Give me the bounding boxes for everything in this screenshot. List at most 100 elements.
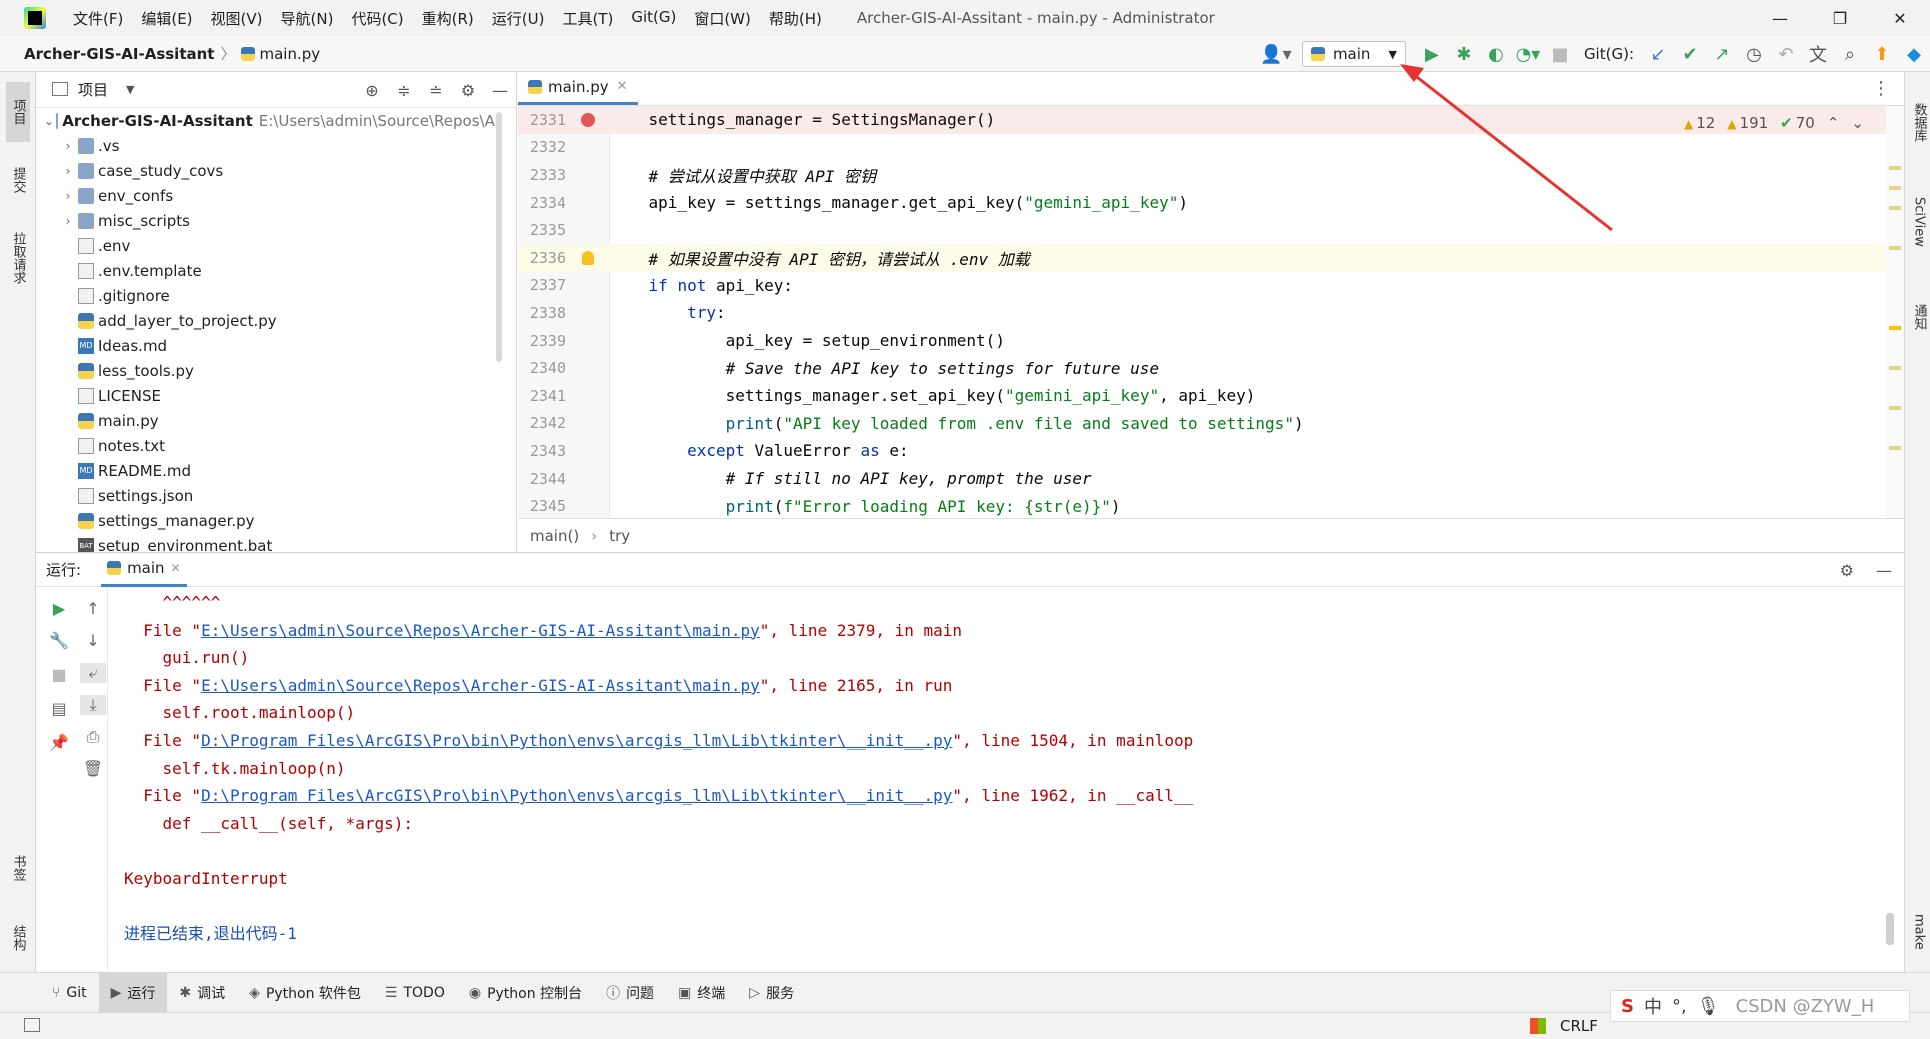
wrench-icon[interactable]: 🔧 [46, 631, 72, 650]
menu-item[interactable]: 重构(R) [413, 8, 483, 29]
soft-wrap-icon[interactable]: ⤶ [80, 663, 106, 683]
tree-item[interactable]: › case_study_covs [36, 158, 501, 183]
code-line[interactable]: 2344 # If still no API key, prompt the u… [518, 465, 1904, 493]
tree-item[interactable]: less_tools.py [36, 358, 501, 383]
chevron-down-icon[interactable]: ⌄ [1851, 114, 1864, 132]
traceback-file-link[interactable]: D:\Program Files\ArcGIS\Pro\bin\Python\e… [201, 786, 952, 805]
layout-toggle-icon[interactable] [24, 1018, 40, 1032]
editor-tab-main-py[interactable]: main.py ✕ [518, 71, 638, 105]
expand-all-icon[interactable]: ≑ [388, 81, 420, 100]
chevron-right-icon[interactable]: › [60, 164, 76, 178]
tool-tab-sciview[interactable]: SciView [1907, 172, 1930, 272]
tree-item[interactable]: › env_confs [36, 183, 501, 208]
git-update-icon[interactable]: ↙ [1642, 36, 1674, 72]
gear-icon[interactable]: ⚙ [1840, 561, 1854, 580]
stop-icon[interactable]: ■ [1544, 36, 1576, 72]
code-line[interactable]: 2338 try: [518, 299, 1904, 327]
tree-item[interactable]: BAT setup_environment.bat [36, 533, 501, 552]
menu-item[interactable]: 代码(C) [342, 8, 412, 29]
tree-item[interactable]: .env.template [36, 258, 501, 283]
code-line[interactable]: 2336 # 如果设置中没有 API 密钥，请尝试从 .env 加载 [518, 243, 1904, 272]
chevron-down-icon[interactable]: ⌄ [44, 114, 54, 128]
layout-icon[interactable]: ▤ [46, 699, 72, 718]
tool-tab-structure[interactable]: 结构 [6, 908, 30, 968]
rollback-icon[interactable]: ↶ [1770, 36, 1802, 72]
trash-icon[interactable]: 🗑 [80, 759, 106, 778]
menu-item[interactable]: 帮助(H) [760, 8, 831, 29]
code-line[interactable]: 2337 if not api_key: [518, 272, 1904, 300]
coverage-icon[interactable]: ◐ [1480, 36, 1512, 72]
menu-item[interactable]: 视图(V) [202, 8, 272, 29]
stop-icon[interactable]: ■ [46, 665, 72, 684]
menu-item[interactable]: 运行(U) [483, 8, 554, 29]
code-line[interactable]: 2343 except ValueError as e: [518, 437, 1904, 465]
arrow-up-icon[interactable]: ↑ [80, 599, 106, 618]
menu-item[interactable]: 文件(F) [64, 8, 132, 29]
bottom-tab[interactable]: ☰ TODO [373, 973, 457, 1013]
scroll-to-end-icon[interactable]: ⤓ [80, 695, 106, 715]
sogou-icon[interactable]: S [1621, 996, 1634, 1017]
tree-root[interactable]: ⌄ Archer-GIS-AI-Assitant E:\Users\admin\… [36, 108, 501, 133]
tree-item[interactable]: LICENSE [36, 383, 501, 408]
tool-tab-commit[interactable]: 提交 [6, 150, 30, 210]
tree-item[interactable]: MD README.md [36, 458, 501, 483]
gutter-marker[interactable] [566, 112, 610, 127]
tool-tab-project[interactable]: 项目 [6, 82, 30, 142]
code-line[interactable]: 2340 # Save the API key to settings for … [518, 354, 1904, 382]
tree-item[interactable]: notes.txt [36, 433, 501, 458]
debug-icon[interactable]: ✱ [1448, 36, 1480, 72]
chevron-up-icon[interactable]: ⌃ [1827, 114, 1840, 132]
menu-item[interactable]: 工具(T) [553, 8, 622, 29]
code-line[interactable]: 2345 print(f"Error loading API key: {str… [518, 492, 1904, 518]
gear-icon[interactable]: ⚙ [452, 81, 484, 100]
close-icon[interactable]: ✕ [1870, 0, 1930, 36]
run-icon[interactable]: ▶ [1416, 36, 1448, 72]
tool-tab-make[interactable]: make [1907, 902, 1930, 962]
tree-item[interactable]: .env [36, 233, 501, 258]
plugin-icon[interactable]: ◆ [1898, 36, 1930, 72]
print-icon[interactable]: ⎙ [80, 727, 106, 747]
menu-item[interactable]: Git(G) [622, 8, 685, 29]
run-tab-main[interactable]: main ✕ [101, 553, 187, 587]
user-icon[interactable]: 👤▾ [1260, 36, 1292, 72]
punctuation-icon[interactable]: °, [1672, 996, 1687, 1017]
menu-item[interactable]: 窗口(W) [685, 8, 760, 29]
breadcrumb-file[interactable]: main.py [259, 45, 320, 63]
chevron-right-icon[interactable]: › [60, 139, 76, 153]
code-area[interactable]: 2331 settings_manager = SettingsManager(… [518, 106, 1904, 518]
hide-icon[interactable]: — [1876, 561, 1892, 580]
tree-item[interactable]: settings.json [36, 483, 501, 508]
crumb-block[interactable]: try [609, 527, 630, 545]
traceback-file-link[interactable]: E:\Users\admin\Source\Repos\Archer-GIS-A… [201, 621, 760, 640]
tree-item[interactable]: .gitignore [36, 283, 501, 308]
bottom-tab[interactable]: ▷ 服务 [737, 973, 806, 1013]
inspection-widget[interactable]: 12 191 70 ⌃ ⌄ [1684, 114, 1864, 132]
code-line[interactable]: 2333 # 尝试从设置中获取 API 密钥 [518, 161, 1904, 189]
code-line[interactable]: 2342 print("API key loaded from .env fil… [518, 410, 1904, 438]
history-icon[interactable]: ◷ [1738, 36, 1770, 72]
editor-error-stripe[interactable] [1886, 106, 1904, 518]
run-configuration-selector[interactable]: main ▼ [1301, 41, 1406, 67]
breadcrumb-project[interactable]: Archer-GIS-AI-Assitant [24, 45, 214, 63]
bottom-tab[interactable]: ⓘ 问题 [594, 973, 666, 1013]
microphone-icon[interactable]: 🎙 [1697, 996, 1720, 1017]
line-separator[interactable]: CRLF [1560, 1017, 1598, 1035]
crumb-function[interactable]: main() [530, 527, 579, 545]
tool-tab-pull-requests[interactable]: 拉取请求 [6, 218, 30, 298]
arrow-down-icon[interactable]: ↓ [80, 631, 106, 650]
ime-language[interactable]: 中 [1644, 993, 1662, 1019]
close-icon[interactable]: ✕ [171, 561, 181, 575]
chevron-down-icon[interactable]: ▼ [126, 83, 134, 96]
git-commit-icon[interactable]: ✔ [1674, 36, 1706, 72]
intention-bulb-icon[interactable] [582, 250, 594, 265]
update-icon[interactable]: ⬆ [1866, 36, 1898, 72]
project-tree-scrollbar[interactable] [496, 112, 502, 362]
chevron-right-icon[interactable]: › [60, 189, 76, 203]
tool-tab-database[interactable]: 数据库 [1907, 82, 1930, 162]
console-output[interactable]: ^^^^^^ File "E:\Users\admin\Source\Repos… [124, 589, 1884, 969]
traceback-file-link[interactable]: D:\Program Files\ArcGIS\Pro\bin\Python\e… [201, 731, 952, 750]
git-push-icon[interactable]: ↗ [1706, 36, 1738, 72]
menu-item[interactable]: 导航(N) [272, 8, 343, 29]
bottom-tab[interactable]: ▶ 运行 [98, 972, 168, 1013]
tree-item[interactable]: settings_manager.py [36, 508, 501, 533]
